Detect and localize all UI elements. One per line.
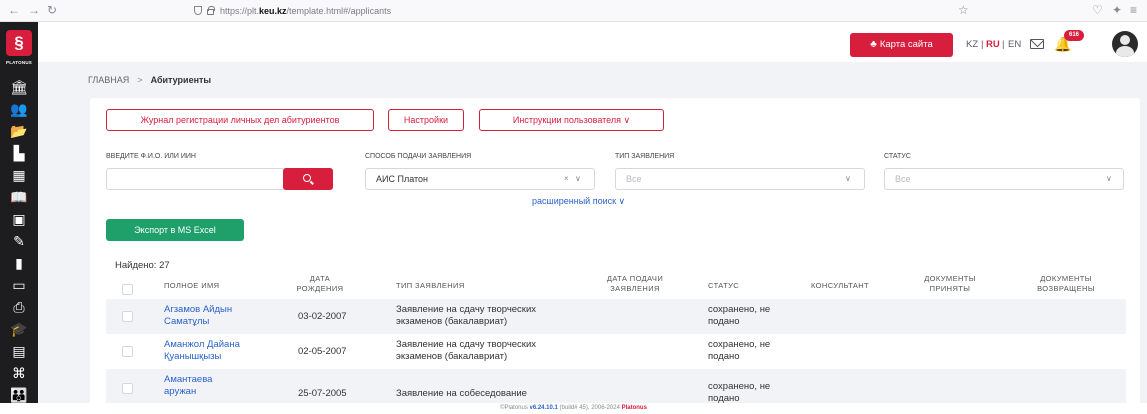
row-checkbox[interactable] [122,383,133,394]
select-all-checkbox[interactable] [122,284,133,295]
extensions-icon[interactable]: ✦ [1112,3,1122,17]
footer-brand-link[interactable]: Platonus [622,405,647,411]
url-text: https://plt.keu.kz/template.html#/applic… [220,6,392,16]
col-birth-date[interactable]: ДАТА РОЖДЕНИЯ [290,274,350,294]
col-app-type[interactable]: ТИП ЗАЯВЛЕНИЯ [396,281,465,291]
birth-date: 02-05-2007 [298,346,347,357]
col-consultant[interactable]: КОНСУЛЬТАНТ [811,281,869,291]
image-icon[interactable]: ▤ [8,342,30,360]
method-filter-label: СПОСОБ ПОДАЧИ ЗАЯВЛЕНИЯ [365,153,472,160]
presentation-icon[interactable]: ▣ [8,210,30,228]
type-select[interactable]: Все [615,168,865,190]
reload-icon[interactable]: ↻ [47,3,57,17]
application-type: Заявление на сдачу творческих экзаменов (… [396,339,537,362]
sitemap-button[interactable]: ♣ Карта сайта [850,33,953,57]
journal-button[interactable]: Журнал регистрации личных дел абитуриент… [106,109,374,131]
lock-icon [207,6,215,15]
name-filter-label: ВВЕДИТЕ Ф.И.О. ИЛИ ИИН [106,153,196,160]
menu-icon[interactable]: ≡ [1130,3,1137,17]
name-search-input[interactable] [106,168,286,190]
application-type: Заявление на собеседование [396,388,527,399]
modules-icon[interactable]: ⌘ [8,364,30,382]
bank-icon[interactable]: 🏛 [8,78,30,96]
search-button[interactable] [283,168,333,190]
col-status[interactable]: СТАТУС [708,281,739,291]
breadcrumb-home[interactable]: ГЛАВНАЯ [88,75,129,85]
application-type: Заявление на сдачу творческих экзаменов (… [396,304,537,327]
structure-icon[interactable]: ▙ [8,144,30,162]
method-select[interactable]: АИС Платон [365,168,595,190]
print-icon[interactable]: ⎙ [8,298,30,316]
breadcrumb-current: Абитуриенты [150,75,212,85]
bookmark-star-icon[interactable]: ☆ [958,3,969,17]
browser-toolbar: ← → ↻ https://plt.keu.kz/template.html#/… [0,0,1147,22]
instructions-button[interactable]: Инструкции пользователя ∨ [479,109,664,131]
applicant-name-link[interactable]: Амантаева аружан [164,374,254,398]
footer: ©Platonus v6.24.10.1 (build# 45), 2006-2… [0,403,1147,414]
birth-date: 03-02-2007 [298,311,347,322]
table-row[interactable]: Агзамов Айдын Саматұлы 03-02-2007 Заявлен… [106,299,1126,334]
sitemap-icon: ♣ [870,39,877,50]
col-submit-date[interactable]: ДАТА ПОДАЧИ ЗАЯВЛЕНИЯ [596,274,674,294]
clear-icon[interactable]: × [564,174,569,183]
lang-separator: | [1002,39,1005,50]
shield-icon [194,6,202,15]
back-arrow-icon[interactable]: ← [8,3,20,17]
application-status: сохранено, не подано [708,381,771,404]
forward-arrow-icon[interactable]: → [28,3,40,17]
book-icon[interactable]: 📖 [8,188,30,206]
pocket-icon[interactable]: ♡ [1092,3,1103,17]
platonus-logo[interactable]: § [6,30,32,56]
applicants-card: Журнал регистрации личных дел абитуриент… [90,98,1140,414]
col-docs-returned[interactable]: ДОКУМЕНТЫ ВОЗВРАЩЕНЫ [1025,274,1107,294]
export-excel-button[interactable]: Экспорт в MS Excel [106,219,244,241]
application-status: сохранено, не подано [708,339,771,362]
sidebar: § PLATONUS 🏛 👥 📂 ▙ ▦ 📖 ▣ ✎ ▮ ▭ ⎙ 🎓 ▤ ⌘ 👪 [0,22,38,414]
chevron-down-icon[interactable]: ∨ [845,174,851,183]
lang-separator: | [981,39,984,50]
col-full-name[interactable]: ПОЛНОЕ ИМЯ [164,281,219,291]
row-checkbox[interactable] [122,346,133,357]
status-filter-label: СТАТУС [884,153,911,160]
breadcrumb-separator: > [137,75,143,85]
status-select[interactable]: Все [884,168,1124,190]
folder-icon[interactable]: 📂 [8,122,30,140]
graduation-cap-icon[interactable]: 🎓 [8,320,30,338]
col-docs-accepted[interactable]: ДОКУМЕНТЫ ПРИНЯТЫ [912,274,988,294]
birth-date: 25-07-2005 [298,388,347,399]
lang-ru[interactable]: RU [986,39,1000,51]
type-filter-label: ТИП ЗАЯВЛЕНИЯ [615,153,675,160]
table-row[interactable]: Аманжол Дайана Қуанышқызы 02-05-2007 Заяв… [106,334,1126,369]
edit-icon[interactable]: ✎ [8,232,30,250]
main-content: ГЛАВНАЯ > Абитуриенты Журнал регистрации л… [38,62,1147,414]
group-icon[interactable]: 👪 [8,386,30,404]
advanced-search-link[interactable]: расширенный поиск ∨ [532,196,625,207]
version-text: v6.24.10.1 [529,405,558,411]
lang-kz[interactable]: KZ [966,39,978,51]
bar-chart-icon[interactable]: ▮ [8,254,30,272]
users-icon[interactable]: 👥 [8,100,30,118]
row-checkbox[interactable] [122,311,133,322]
notification-badge: 616 [1064,30,1084,41]
applicant-name-link[interactable]: Аманжол Дайана Қуанышқызы [164,339,254,363]
applicant-name-link[interactable]: Агзамов Айдын Саматұлы [164,304,254,328]
lang-en[interactable]: EN [1008,39,1021,51]
settings-button[interactable]: Настройки [388,109,464,131]
logo-text: PLATONUS [6,60,32,65]
mail-icon[interactable] [1030,39,1044,49]
avatar[interactable] [1112,31,1138,57]
found-count: Найдено: 27 [115,260,170,271]
grid-icon[interactable]: ▦ [8,166,30,184]
chevron-down-icon[interactable]: ∨ [1106,174,1112,183]
monitor-icon[interactable]: ▭ [8,276,30,294]
chevron-down-icon[interactable]: ∨ [575,174,581,183]
application-status: сохранено, не подано [708,304,771,327]
breadcrumb: ГЛАВНАЯ > Абитуриенты [88,75,211,85]
address-bar[interactable]: https://plt.keu.kz/template.html#/applic… [186,3,966,19]
